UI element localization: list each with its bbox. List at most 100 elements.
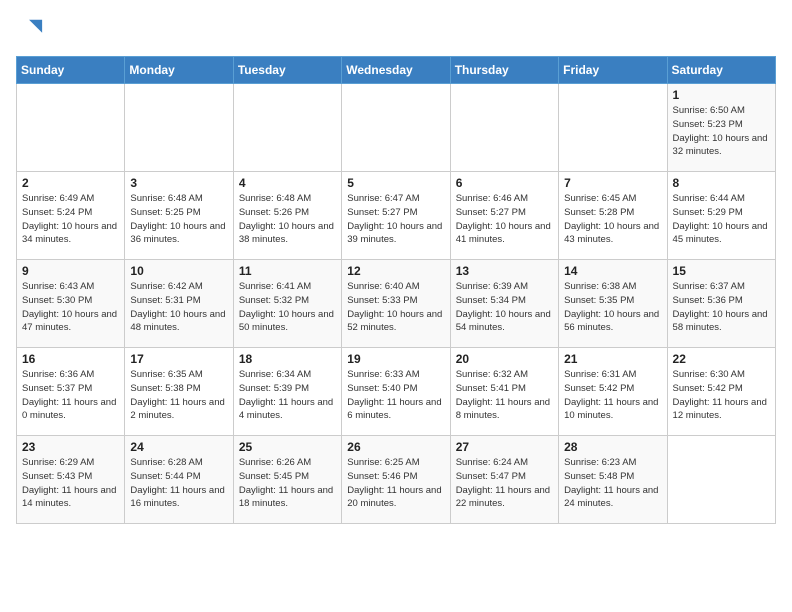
- day-cell: [342, 84, 450, 172]
- day-cell: 26 Sunrise: 6:25 AM Sunset: 5:46 PM Dayli…: [342, 436, 450, 524]
- header-cell-wednesday: Wednesday: [342, 57, 450, 84]
- header-cell-thursday: Thursday: [450, 57, 558, 84]
- day-number: 6: [456, 176, 553, 190]
- day-number: 15: [673, 264, 770, 278]
- day-cell: 1 Sunrise: 6:50 AM Sunset: 5:23 PM Daylig…: [667, 84, 775, 172]
- day-number: 28: [564, 440, 661, 454]
- day-cell: [559, 84, 667, 172]
- day-info: Sunrise: 6:41 AM Sunset: 5:32 PM Dayligh…: [239, 280, 336, 335]
- day-cell: 7Sunrise: 6:45 AM Sunset: 5:28 PM Daylig…: [559, 172, 667, 260]
- day-info: Sunrise: 6:38 AM Sunset: 5:35 PM Dayligh…: [564, 280, 661, 335]
- week-row-4: 23 Sunrise: 6:29 AM Sunset: 5:43 PM Dayli…: [17, 436, 776, 524]
- day-info: Sunrise: 6:31 AM Sunset: 5:42 PM Dayligh…: [564, 368, 661, 423]
- day-number: 19: [347, 352, 444, 366]
- day-info: Sunrise: 6:39 AM Sunset: 5:34 PM Dayligh…: [456, 280, 553, 335]
- day-info: Sunrise: 6:24 AM Sunset: 5:47 PM Dayligh…: [456, 456, 553, 511]
- day-info: Sunrise: 6:35 AM Sunset: 5:38 PM Dayligh…: [130, 368, 227, 423]
- day-cell: 24 Sunrise: 6:28 AM Sunset: 5:44 PM Dayli…: [125, 436, 233, 524]
- day-info: Sunrise: 6:48 AM Sunset: 5:26 PM Dayligh…: [239, 192, 336, 247]
- day-number: 11: [239, 264, 336, 278]
- day-number: 12: [347, 264, 444, 278]
- calendar-body: 1 Sunrise: 6:50 AM Sunset: 5:23 PM Daylig…: [17, 84, 776, 524]
- day-cell: 4 Sunrise: 6:48 AM Sunset: 5:26 PM Daylig…: [233, 172, 341, 260]
- day-cell: 13Sunrise: 6:39 AM Sunset: 5:34 PM Dayli…: [450, 260, 558, 348]
- day-cell: 11 Sunrise: 6:41 AM Sunset: 5:32 PM Dayli…: [233, 260, 341, 348]
- day-number: 1: [673, 88, 770, 102]
- day-info: Sunrise: 6:32 AM Sunset: 5:41 PM Dayligh…: [456, 368, 553, 423]
- week-row-2: 9Sunrise: 6:43 AM Sunset: 5:30 PM Daylig…: [17, 260, 776, 348]
- day-info: Sunrise: 6:47 AM Sunset: 5:27 PM Dayligh…: [347, 192, 444, 247]
- day-number: 7: [564, 176, 661, 190]
- logo: [16, 16, 48, 44]
- day-info: Sunrise: 6:33 AM Sunset: 5:40 PM Dayligh…: [347, 368, 444, 423]
- day-info: Sunrise: 6:25 AM Sunset: 5:46 PM Dayligh…: [347, 456, 444, 511]
- day-cell: 3 Sunrise: 6:48 AM Sunset: 5:25 PM Daylig…: [125, 172, 233, 260]
- day-cell: [667, 436, 775, 524]
- day-cell: 9Sunrise: 6:43 AM Sunset: 5:30 PM Daylig…: [17, 260, 125, 348]
- day-cell: 15Sunrise: 6:37 AM Sunset: 5:36 PM Dayli…: [667, 260, 775, 348]
- header-cell-friday: Friday: [559, 57, 667, 84]
- header-cell-sunday: Sunday: [17, 57, 125, 84]
- day-number: 20: [456, 352, 553, 366]
- day-info: Sunrise: 6:34 AM Sunset: 5:39 PM Dayligh…: [239, 368, 336, 423]
- day-cell: 17 Sunrise: 6:35 AM Sunset: 5:38 PM Dayli…: [125, 348, 233, 436]
- calendar-header: SundayMondayTuesdayWednesdayThursdayFrid…: [17, 57, 776, 84]
- header-cell-monday: Monday: [125, 57, 233, 84]
- day-info: Sunrise: 6:42 AM Sunset: 5:31 PM Dayligh…: [130, 280, 227, 335]
- day-number: 5: [347, 176, 444, 190]
- day-info: Sunrise: 6:50 AM Sunset: 5:23 PM Dayligh…: [673, 104, 770, 159]
- day-cell: 22 Sunrise: 6:30 AM Sunset: 5:42 PM Dayli…: [667, 348, 775, 436]
- day-number: 14: [564, 264, 661, 278]
- day-number: 17: [130, 352, 227, 366]
- day-number: 16: [22, 352, 119, 366]
- header-cell-tuesday: Tuesday: [233, 57, 341, 84]
- day-info: Sunrise: 6:36 AM Sunset: 5:37 PM Dayligh…: [22, 368, 119, 423]
- header-cell-saturday: Saturday: [667, 57, 775, 84]
- day-number: 3: [130, 176, 227, 190]
- day-number: 23: [22, 440, 119, 454]
- day-number: 27: [456, 440, 553, 454]
- day-number: 25: [239, 440, 336, 454]
- day-cell: 2Sunrise: 6:49 AM Sunset: 5:24 PM Daylig…: [17, 172, 125, 260]
- day-cell: 28 Sunrise: 6:23 AM Sunset: 5:48 PM Dayli…: [559, 436, 667, 524]
- day-info: Sunrise: 6:30 AM Sunset: 5:42 PM Dayligh…: [673, 368, 770, 423]
- calendar-table: SundayMondayTuesdayWednesdayThursdayFrid…: [16, 56, 776, 524]
- day-cell: 10 Sunrise: 6:42 AM Sunset: 5:31 PM Dayli…: [125, 260, 233, 348]
- day-cell: 14 Sunrise: 6:38 AM Sunset: 5:35 PM Dayli…: [559, 260, 667, 348]
- page-header: [16, 16, 776, 44]
- day-info: Sunrise: 6:40 AM Sunset: 5:33 PM Dayligh…: [347, 280, 444, 335]
- day-info: Sunrise: 6:26 AM Sunset: 5:45 PM Dayligh…: [239, 456, 336, 511]
- day-info: Sunrise: 6:44 AM Sunset: 5:29 PM Dayligh…: [673, 192, 770, 247]
- day-number: 18: [239, 352, 336, 366]
- day-number: 24: [130, 440, 227, 454]
- day-info: Sunrise: 6:48 AM Sunset: 5:25 PM Dayligh…: [130, 192, 227, 247]
- day-cell: 16 Sunrise: 6:36 AM Sunset: 5:37 PM Dayli…: [17, 348, 125, 436]
- day-number: 2: [22, 176, 119, 190]
- day-cell: 18 Sunrise: 6:34 AM Sunset: 5:39 PM Dayli…: [233, 348, 341, 436]
- day-cell: 19 Sunrise: 6:33 AM Sunset: 5:40 PM Dayli…: [342, 348, 450, 436]
- day-number: 22: [673, 352, 770, 366]
- week-row-1: 2Sunrise: 6:49 AM Sunset: 5:24 PM Daylig…: [17, 172, 776, 260]
- day-cell: 21 Sunrise: 6:31 AM Sunset: 5:42 PM Dayli…: [559, 348, 667, 436]
- day-cell: 20 Sunrise: 6:32 AM Sunset: 5:41 PM Dayli…: [450, 348, 558, 436]
- day-cell: 12 Sunrise: 6:40 AM Sunset: 5:33 PM Dayli…: [342, 260, 450, 348]
- day-cell: 27 Sunrise: 6:24 AM Sunset: 5:47 PM Dayli…: [450, 436, 558, 524]
- day-cell: 5 Sunrise: 6:47 AM Sunset: 5:27 PM Daylig…: [342, 172, 450, 260]
- day-number: 4: [239, 176, 336, 190]
- day-cell: 6 Sunrise: 6:46 AM Sunset: 5:27 PM Daylig…: [450, 172, 558, 260]
- day-info: Sunrise: 6:43 AM Sunset: 5:30 PM Dayligh…: [22, 280, 119, 335]
- day-info: Sunrise: 6:29 AM Sunset: 5:43 PM Dayligh…: [22, 456, 119, 511]
- week-row-3: 16 Sunrise: 6:36 AM Sunset: 5:37 PM Dayli…: [17, 348, 776, 436]
- day-cell: [450, 84, 558, 172]
- header-row: SundayMondayTuesdayWednesdayThursdayFrid…: [17, 57, 776, 84]
- day-info: Sunrise: 6:46 AM Sunset: 5:27 PM Dayligh…: [456, 192, 553, 247]
- day-number: 10: [130, 264, 227, 278]
- day-cell: [17, 84, 125, 172]
- logo-icon: [16, 16, 44, 44]
- day-number: 21: [564, 352, 661, 366]
- day-info: Sunrise: 6:23 AM Sunset: 5:48 PM Dayligh…: [564, 456, 661, 511]
- day-number: 26: [347, 440, 444, 454]
- day-cell: 23 Sunrise: 6:29 AM Sunset: 5:43 PM Dayli…: [17, 436, 125, 524]
- week-row-0: 1 Sunrise: 6:50 AM Sunset: 5:23 PM Daylig…: [17, 84, 776, 172]
- day-info: Sunrise: 6:28 AM Sunset: 5:44 PM Dayligh…: [130, 456, 227, 511]
